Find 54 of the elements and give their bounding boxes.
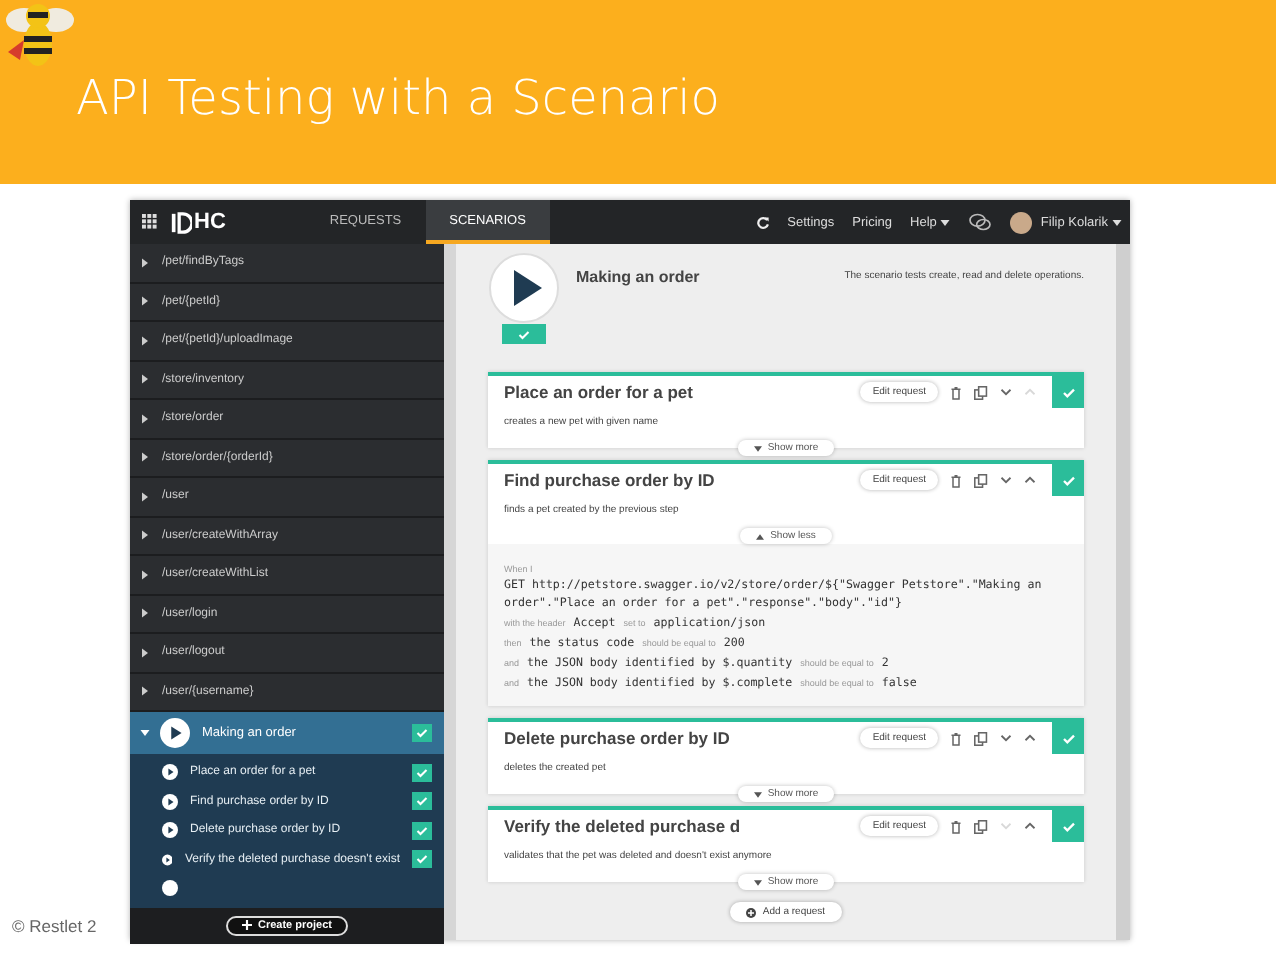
expand-arrow-icon[interactable] [142,608,148,619]
request-title: Verify the deleted purchase d [502,816,743,836]
duplicate-icon[interactable] [974,731,988,745]
move-up-icon[interactable] [1024,734,1036,742]
copyright-text: © Restlet 2 [12,916,97,936]
play-icon[interactable] [162,764,178,781]
caret-icon [1112,219,1122,225]
expand-arrow-icon[interactable] [142,374,148,385]
move-up-icon[interactable] [1024,476,1036,484]
expand-arrow-icon[interactable] [140,730,150,736]
move-up-icon[interactable] [1024,822,1036,830]
bee-mascot-icon [0,0,80,72]
logo-text: HC [194,210,226,234]
chat-icon[interactable] [968,212,993,232]
duplicate-icon[interactable] [974,385,988,399]
expand-arrow-icon[interactable] [142,257,148,268]
move-down-icon[interactable] [1000,476,1012,484]
slide-title: API Testing with a Scenario [76,70,720,126]
play-icon[interactable] [160,718,190,748]
trash-icon[interactable] [950,819,962,833]
request-title: Delete purchase order by ID [502,728,732,748]
expand-arrow-icon[interactable] [142,530,148,541]
move-down-icon[interactable] [1000,388,1012,396]
expand-arrow-icon[interactable] [142,452,148,463]
expand-arrow-icon[interactable] [142,413,148,424]
plus-icon [746,907,757,917]
apps-grid-icon[interactable] [142,214,158,230]
expand-arrow-icon[interactable] [142,647,148,658]
scenario-title: Making an order [576,268,700,286]
duplicate-icon[interactable] [974,819,988,833]
trash-icon[interactable] [950,731,962,745]
trash-icon[interactable] [950,473,962,487]
scrollbar[interactable] [444,244,456,940]
move-down-icon[interactable] [1000,734,1012,742]
run-scenario-icon[interactable] [488,252,560,324]
logo-mark-icon [170,211,192,233]
request-title: Find purchase order by ID [502,470,717,490]
caret-icon [940,219,951,225]
duplicate-icon[interactable] [974,473,988,487]
plus-icon [242,920,252,930]
trash-icon[interactable] [950,385,962,399]
expand-arrow-icon[interactable] [142,296,148,307]
expand-arrow-icon[interactable] [142,491,148,502]
expand-arrow-icon[interactable] [142,569,148,580]
expand-arrow-icon[interactable] [142,335,148,346]
play-icon[interactable] [162,822,178,839]
caret-icon [756,533,765,539]
play-icon[interactable] [162,793,178,810]
expand-arrow-icon[interactable] [142,686,148,697]
request-title: Place an order for a pet [502,382,695,402]
refresh-icon[interactable] [755,215,770,229]
play-icon[interactable] [162,851,173,868]
avatar-icon[interactable] [1010,211,1033,233]
scrollbar[interactable] [1116,244,1130,940]
